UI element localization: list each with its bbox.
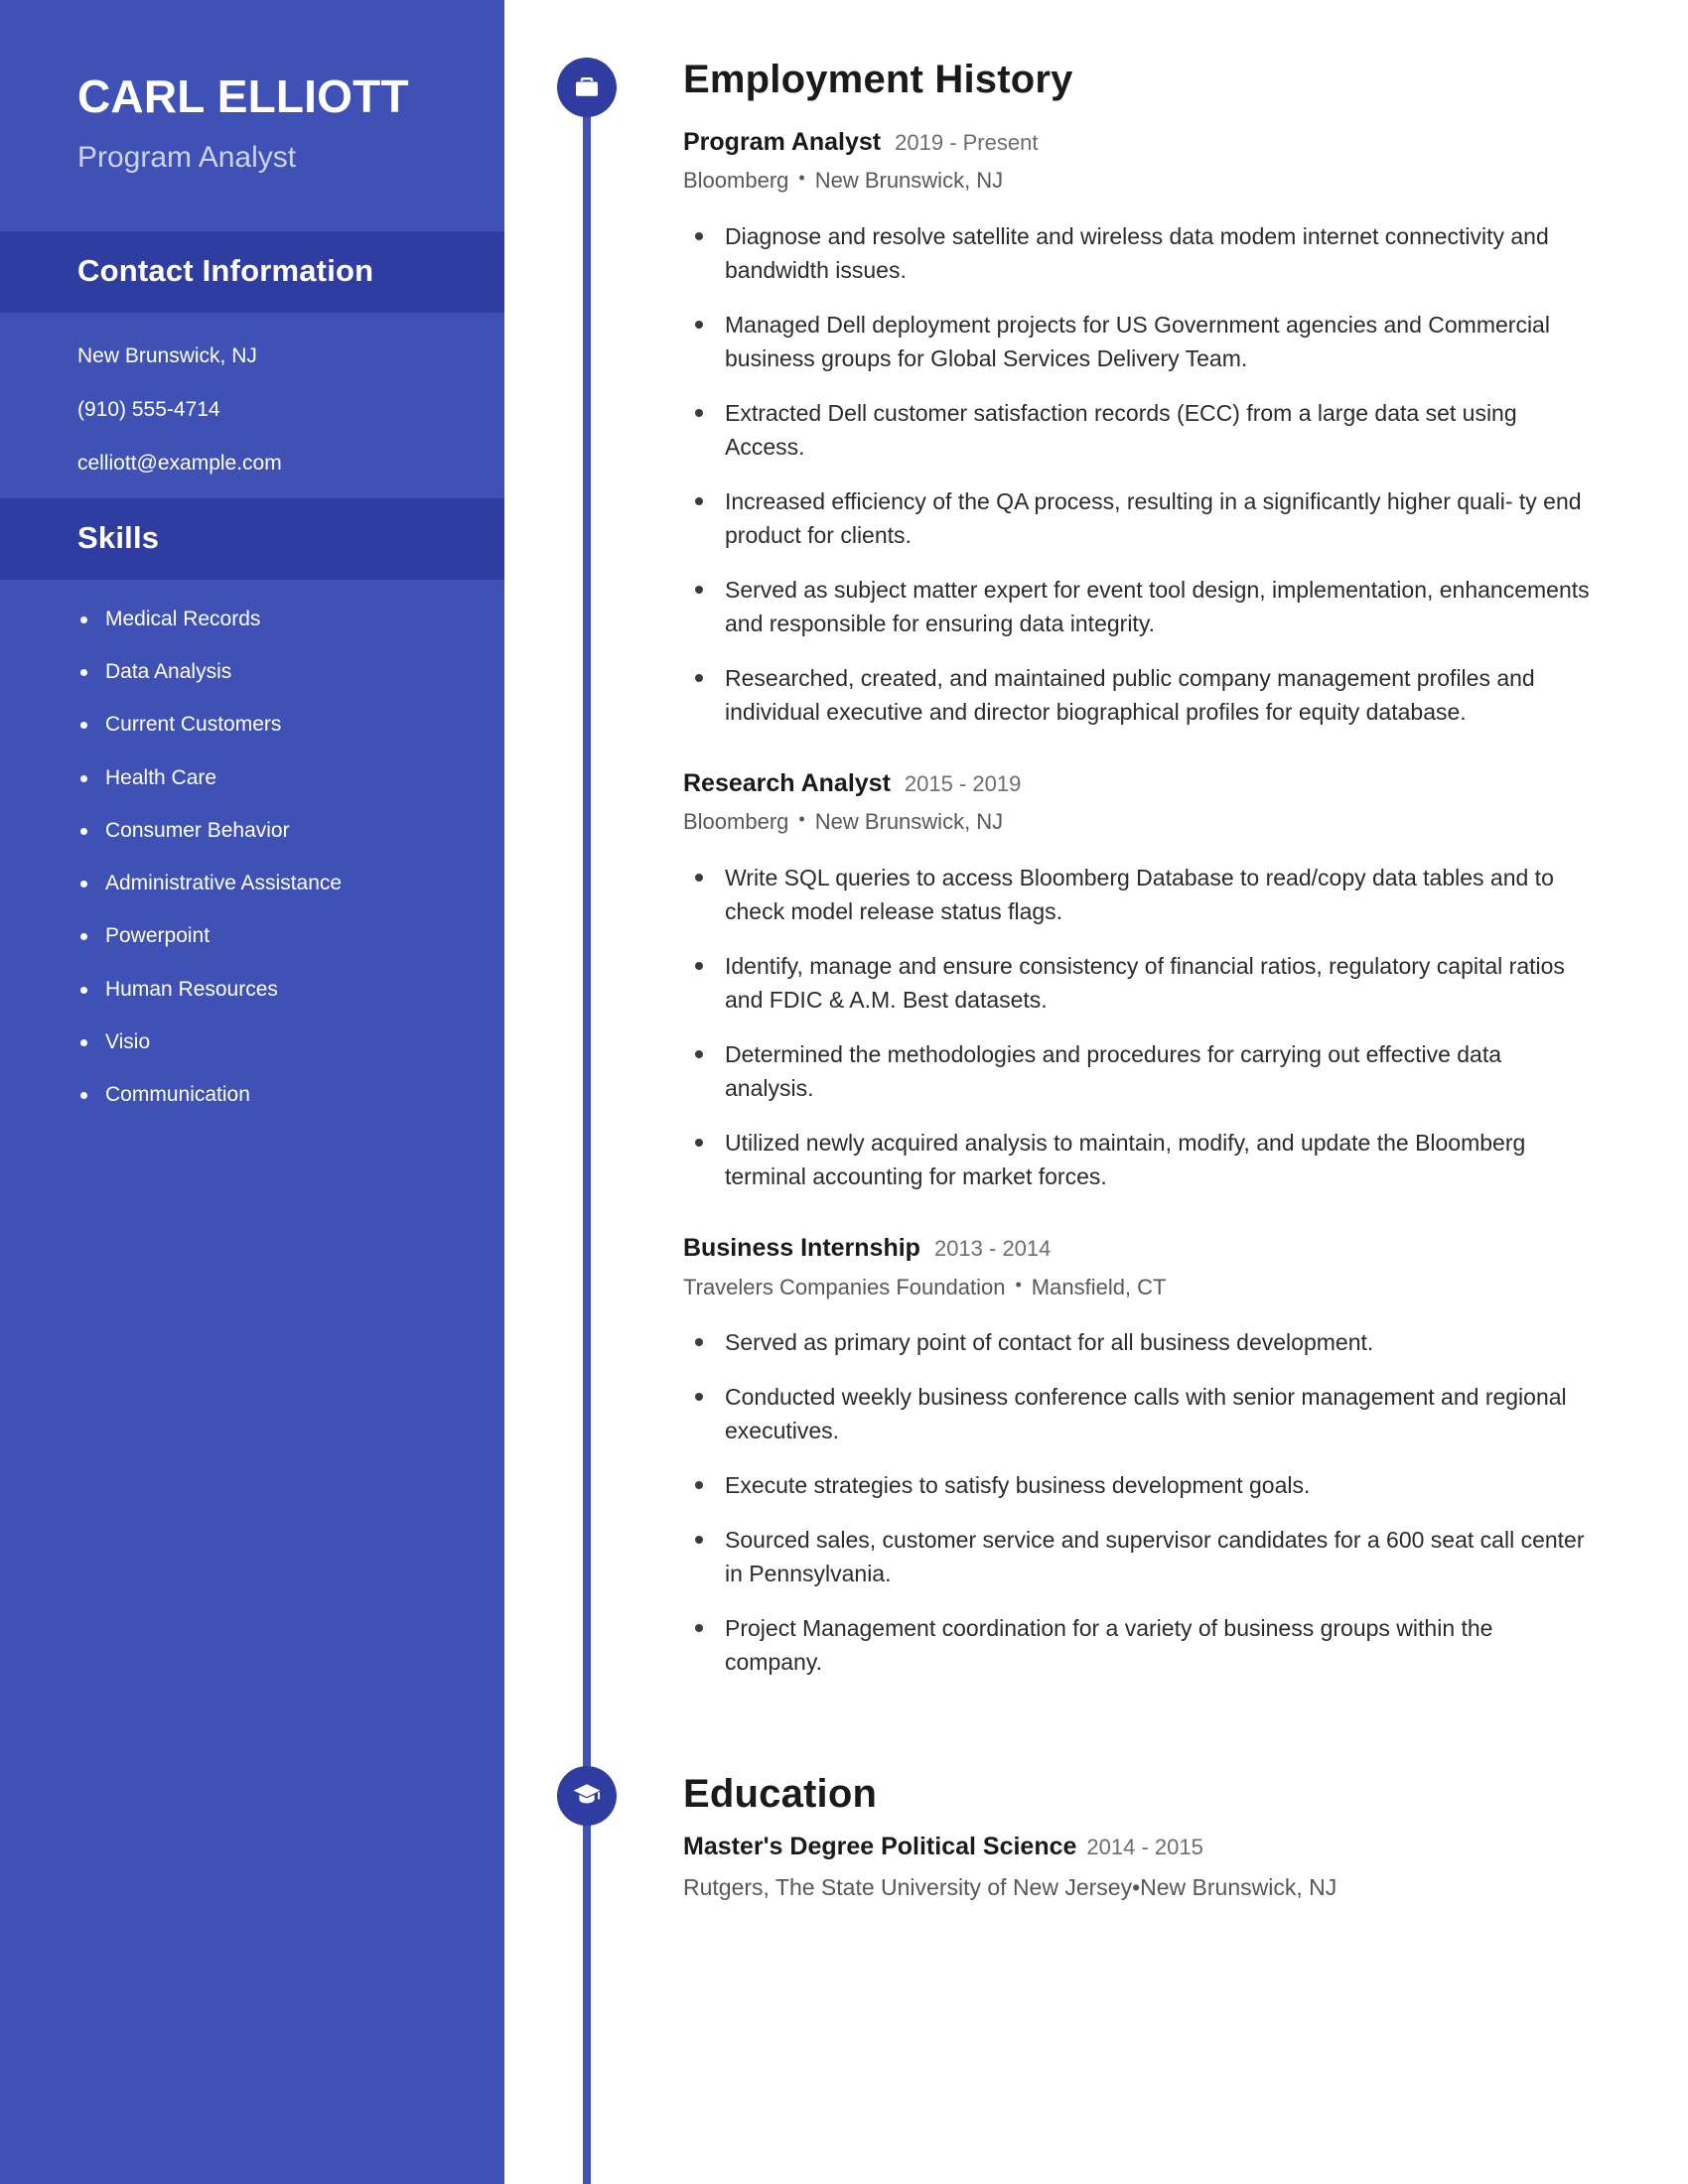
entry-dates: 2015 - 2019 (904, 771, 1022, 797)
entry-location: Mansfield, CT (1031, 1274, 1167, 1299)
education-entry: Master's Degree Political Science 2014 - … (683, 1832, 1593, 1902)
list-item: Execute strategies to satisfy business d… (683, 1468, 1593, 1502)
list-item: Determined the methodologies and procedu… (683, 1037, 1593, 1105)
sidebar: CARL ELLIOTT Program Analyst Contact Inf… (0, 0, 504, 2184)
candidate-name: CARL ELLIOTT (77, 70, 409, 122)
entry-bullets: Write SQL queries to access Bloomberg Da… (683, 861, 1593, 1193)
list-item: Visio (73, 1028, 455, 1055)
education-section: Education Master's Degree Political Scie… (504, 1766, 1593, 1902)
entry-company: Bloomberg (683, 809, 789, 835)
list-item: Utilized newly acquired analysis to main… (683, 1126, 1593, 1193)
list-item: Sourced sales, customer service and supe… (683, 1523, 1593, 1590)
list-item: Write SQL queries to access Bloomberg Da… (683, 861, 1593, 928)
graduation-cap-icon (557, 1766, 617, 1827)
entry-role: Business Internship (683, 1234, 920, 1263)
list-item: Powerpoint (73, 922, 455, 949)
entry-head: Program Analyst 2019 - Present (683, 127, 1593, 158)
education-meta: Rutgers, The State University of New Jer… (683, 1872, 1593, 1903)
contact-information-list: New Brunswick, NJ (910) 555-4714 celliot… (0, 313, 504, 498)
separator-dot: • (798, 809, 805, 830)
entry-meta: Bloomberg • New Brunswick, NJ (683, 167, 1593, 196)
entry-location: New Brunswick, NJ (814, 809, 1004, 835)
contact-information-heading: Contact Information (77, 252, 374, 288)
employment-entry: Business Internship 2013 - 2014 Travelers… (683, 1233, 1593, 1679)
content-column: Employment History Program Analyst 2019 -… (504, 0, 1688, 1903)
entry-location: New Brunswick, NJ (814, 168, 1004, 194)
resume-page: CARL ELLIOTT Program Analyst Contact Inf… (0, 0, 1688, 2184)
entry-role: Research Analyst (683, 769, 891, 798)
list-item: Researched, created, and maintained publ… (683, 661, 1593, 729)
main-content: Employment History Program Analyst 2019 -… (504, 0, 1688, 2184)
entry-head: Research Analyst 2015 - 2019 (683, 768, 1593, 799)
education-school: Rutgers, The State University of New Jer… (683, 1873, 1133, 1900)
entry-meta: Travelers Companies Foundation • Mansfield… (683, 1274, 1593, 1302)
list-item: Project Management coordination for a va… (683, 1611, 1593, 1679)
list-item: Extracted Dell customer satisfaction rec… (683, 396, 1593, 464)
list-item: Communication (73, 1081, 455, 1108)
list-item: Consumer Behavior (73, 817, 455, 844)
separator-dot: • (1015, 1274, 1022, 1295)
separator-dot: • (1132, 1873, 1141, 1900)
education-location: New Brunswick, NJ (1140, 1873, 1337, 1900)
entry-company: Travelers Companies Foundation (683, 1274, 1006, 1299)
contact-phone[interactable]: (910) 555-4714 (77, 396, 445, 424)
entry-role: Program Analyst (683, 128, 882, 156)
list-item: Served as primary point of contact for a… (683, 1325, 1593, 1359)
entry-dates: 2013 - 2014 (933, 1236, 1052, 1262)
entry-bullets: Diagnose and resolve satellite and wirel… (683, 219, 1593, 729)
education-degree: Master's Degree Political Science (683, 1833, 1077, 1861)
employment-entry: Research Analyst 2015 - 2019 Bloomberg • Ne… (683, 768, 1593, 1193)
skills-heading: Skills (77, 519, 160, 555)
section-title: Employment History (683, 58, 1073, 101)
briefcase-icon (557, 58, 617, 117)
list-item: Human Resources (73, 976, 455, 1003)
list-item: Served as subject matter expert for even… (683, 573, 1593, 640)
entry-bullets: Served as primary point of contact for a… (683, 1325, 1593, 1679)
list-item: Identify, manage and ensure consistency … (683, 949, 1593, 1017)
skills-list: Medical Records Data Analysis Current Cu… (0, 580, 504, 1149)
education-dates: 2014 - 2015 (1086, 1835, 1203, 1860)
list-item: Current Customers (73, 711, 455, 738)
list-item: Diagnose and resolve satellite and wirel… (683, 219, 1593, 287)
contact-email[interactable]: celliott@example.com (77, 450, 445, 478)
section-title: Education (683, 1772, 878, 1817)
contact-information-heading-band: Contact Information (0, 230, 504, 313)
list-item: Increased efficiency of the QA process, … (683, 484, 1593, 552)
employment-history-section: Employment History Program Analyst 2019 -… (504, 0, 1593, 1679)
entry-head: Business Internship 2013 - 2014 (683, 1233, 1593, 1264)
candidate-title: Program Analyst (77, 140, 297, 174)
contact-address: New Brunswick, NJ (77, 343, 257, 367)
separator-dot: • (798, 168, 805, 189)
list-item: Data Analysis (73, 658, 455, 685)
list-item: Administrative Assistance (73, 870, 455, 896)
list-item: Medical Records (73, 606, 455, 632)
entry-meta: Bloomberg • New Brunswick, NJ (683, 808, 1593, 837)
entry-company: Bloomberg (683, 168, 789, 194)
list-item: Health Care (73, 764, 455, 791)
employment-entry: Program Analyst 2019 - Present Bloomberg •… (683, 127, 1593, 729)
list-item: Managed Dell deployment projects for US … (683, 308, 1593, 375)
list-item: Conducted weekly business conference cal… (683, 1380, 1593, 1447)
entry-dates: 2019 - Present (895, 130, 1039, 155)
entry-head: Master's Degree Political Science 2014 - … (683, 1832, 1593, 1862)
sidebar-header: CARL ELLIOTT Program Analyst (0, 0, 504, 231)
skills-heading-band: Skills (0, 497, 504, 580)
